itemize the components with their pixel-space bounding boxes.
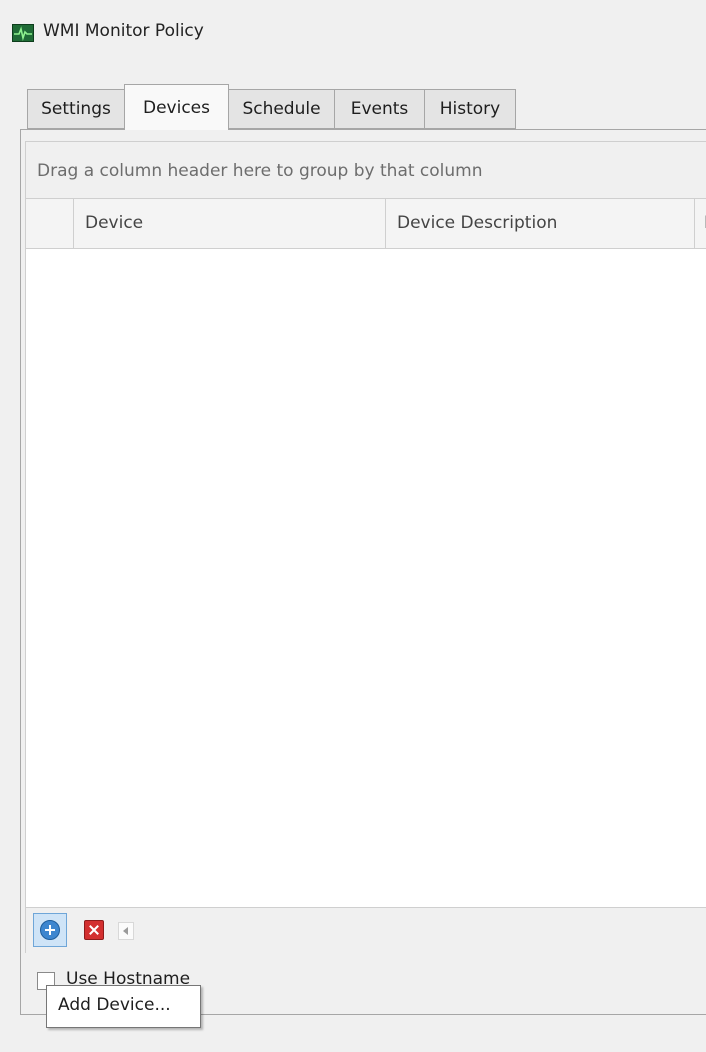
tab-history[interactable]: History bbox=[424, 89, 516, 129]
tab-devices[interactable]: Devices bbox=[124, 84, 229, 130]
monitor-pulse-icon bbox=[12, 24, 34, 42]
group-by-panel[interactable]: Drag a column header here to group by th… bbox=[25, 141, 706, 199]
column-header-device-description[interactable]: Device Description bbox=[386, 199, 695, 248]
row-indicator-header bbox=[26, 199, 74, 248]
add-device-tooltip: Add Device... bbox=[46, 985, 201, 1028]
window-title: WMI Monitor Policy bbox=[43, 21, 204, 41]
tab-events[interactable]: Events bbox=[334, 89, 425, 129]
column-header-device-description-label: Device Description bbox=[397, 213, 558, 233]
group-by-hint: Drag a column header here to group by th… bbox=[37, 161, 483, 181]
delete-x-icon[interactable] bbox=[84, 920, 104, 940]
title-bar: WMI Monitor Policy bbox=[0, 0, 706, 64]
tab-settings[interactable]: Settings bbox=[27, 89, 125, 129]
tab-schedule[interactable]: Schedule bbox=[228, 89, 335, 129]
column-header-device-label: Device bbox=[85, 213, 144, 233]
column-header-device[interactable]: Device bbox=[74, 199, 386, 248]
column-header-truncated[interactable]: I bbox=[695, 199, 706, 248]
add-circle-icon bbox=[40, 920, 60, 940]
scroll-left-arrow-icon[interactable] bbox=[118, 922, 134, 940]
device-grid-body[interactable] bbox=[25, 249, 706, 907]
grid-header: Device Device Description I bbox=[25, 199, 706, 249]
grid-toolbar bbox=[25, 907, 706, 953]
add-device-button[interactable] bbox=[33, 913, 67, 947]
